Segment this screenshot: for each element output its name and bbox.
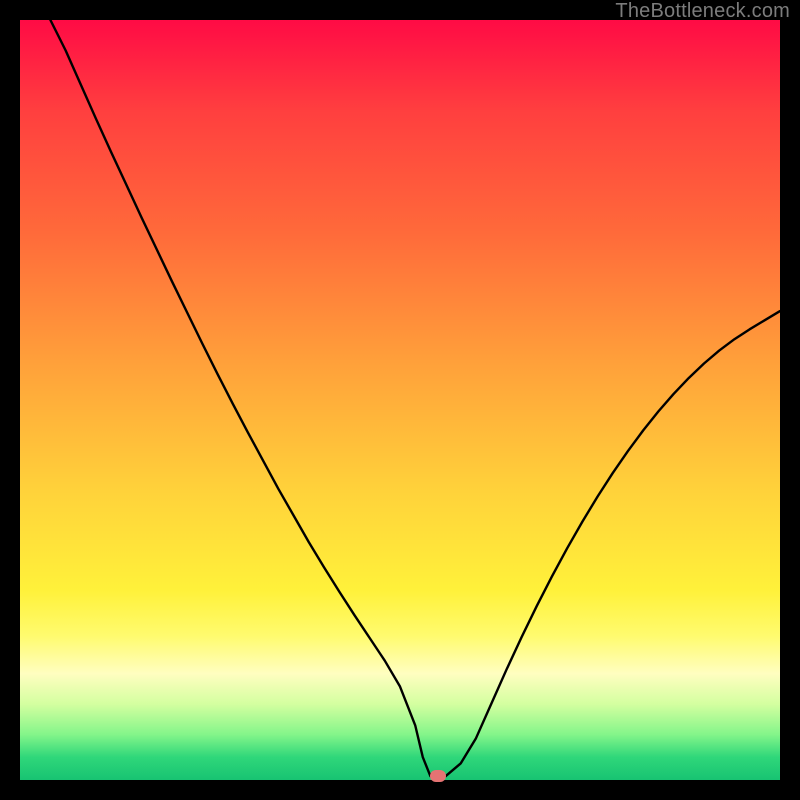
marker-dot — [430, 770, 446, 782]
plot-area — [20, 20, 780, 780]
chart-container: TheBottleneck.com — [0, 0, 800, 800]
bottleneck-curve — [20, 20, 780, 780]
